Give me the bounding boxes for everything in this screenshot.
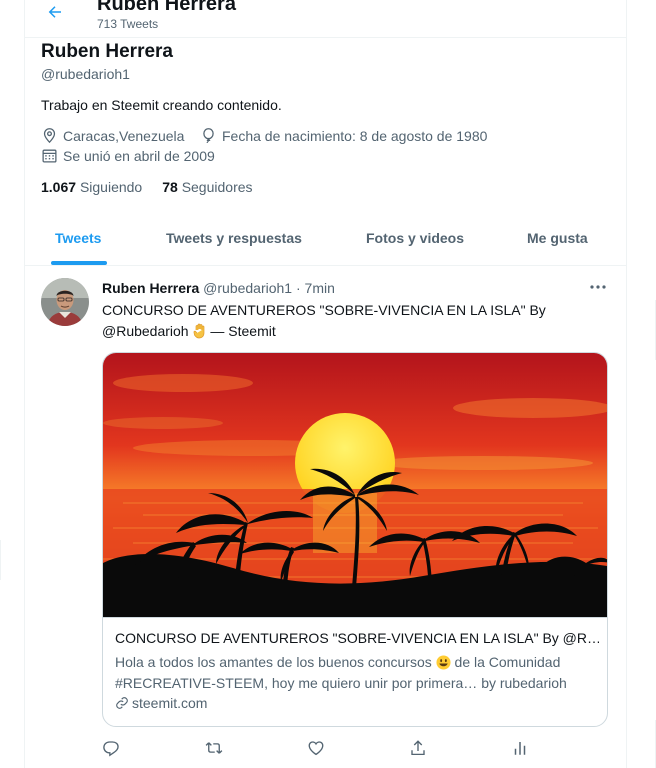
- heart-icon: [308, 741, 324, 756]
- card-title: CONCURSO DE AVENTUREROS "SOBRE-VIVENCIA …: [115, 630, 599, 646]
- active-tab-indicator: [51, 261, 107, 265]
- followers-link[interactable]: 78 Seguidores: [162, 179, 252, 195]
- tweet-actions: [102, 737, 562, 759]
- tweet-handle-time[interactable]: @rubedarioh1 · 7min: [203, 280, 335, 296]
- profile-column: Ruben Herrera 713 Tweets Ruben Herrera @…: [24, 0, 627, 768]
- tweet-text-line: CONCURSO DE AVENTUREROS "SOBRE-VIVENCIA …: [102, 302, 546, 318]
- share-button[interactable]: [407, 737, 429, 759]
- location-pin-icon: [43, 128, 56, 144]
- following-link[interactable]: 1.067 Siguiendo: [41, 179, 142, 195]
- smiley-emoji-icon: [436, 655, 451, 670]
- like-button[interactable]: [305, 737, 327, 759]
- analytics-button[interactable]: [509, 737, 531, 759]
- card-description-text: Hola a todos los amantes de los buenos c…: [115, 654, 436, 670]
- profile-bio: Trabajo en Steemit creando contenido.: [41, 97, 282, 113]
- followers-count: 78: [162, 179, 178, 195]
- tab-tweets-and-replies[interactable]: Tweets y respuestas: [166, 212, 302, 265]
- profile-birthday: Fecha de nacimiento: 8 de agosto de 1980: [200, 127, 487, 144]
- profile-location: Caracas,Venezuela: [41, 127, 184, 144]
- raised-hand-emoji-icon: [193, 323, 204, 339]
- tab-photos-and-videos[interactable]: Fotos y videos: [366, 212, 464, 265]
- analytics-icon: [514, 742, 526, 755]
- tweet-source: — Steemit: [206, 323, 276, 339]
- balloon-icon: [203, 128, 214, 144]
- following-count: 1.067: [41, 179, 77, 195]
- avatar[interactable]: [41, 278, 89, 326]
- birthday-text: Fecha de nacimiento: 8 de agosto de 1980: [222, 127, 488, 144]
- tweet-author-name[interactable]: Ruben Herrera: [102, 280, 199, 296]
- tweet-text-line: @Rubedarioh — Steemit: [102, 321, 582, 342]
- tab-likes[interactable]: Me gusta: [527, 212, 588, 265]
- reply-button[interactable]: [100, 737, 122, 759]
- followers-label: Seguidores: [181, 179, 253, 195]
- more-dots-icon: [590, 285, 606, 289]
- sunset-palm-image: [103, 353, 607, 618]
- retweet-button[interactable]: [203, 737, 225, 759]
- card-domain: steemit.com: [115, 695, 207, 711]
- reply-icon: [103, 741, 119, 757]
- profile-joined: Se unió en abril de 2009: [41, 147, 215, 164]
- tab-tweets[interactable]: Tweets: [55, 212, 101, 265]
- profile-handle: @rubedarioh1: [41, 66, 130, 82]
- background-column-edge: [0, 540, 4, 580]
- joined-text: Se unió en abril de 2009: [63, 147, 215, 164]
- profile-header-bar: Ruben Herrera 713 Tweets: [25, 0, 626, 38]
- tweet-mention: @Rubedarioh: [102, 323, 189, 339]
- location-text: Caracas,Venezuela: [63, 127, 185, 144]
- arrow-left-icon: [48, 6, 61, 18]
- tweet-header: Ruben Herrera @rubedarioh1 · 7min: [102, 280, 335, 296]
- card-domain-text: steemit.com: [132, 695, 208, 711]
- calendar-icon: [42, 149, 57, 163]
- profile-tabs: Tweets Tweets y respuestas Fotos y video…: [25, 212, 626, 266]
- link-icon: [116, 697, 128, 709]
- header-profile-name: Ruben Herrera: [97, 0, 236, 15]
- follow-stats: 1.067 Siguiendo 78 Seguidores: [41, 179, 253, 195]
- link-preview-card[interactable]: CONCURSO DE AVENTUREROS "SOBRE-VIVENCIA …: [102, 352, 608, 727]
- tweet-text: CONCURSO DE AVENTUREROS "SOBRE-VIVENCIA …: [102, 300, 582, 342]
- profile-name: Ruben Herrera: [41, 41, 173, 62]
- following-label: Siguiendo: [79, 179, 143, 195]
- retweet-icon: [205, 742, 223, 754]
- card-description: Hola a todos los amantes de los buenos c…: [115, 652, 599, 694]
- share-icon: [411, 740, 425, 756]
- header-tweet-count: 713 Tweets: [97, 17, 159, 31]
- back-button[interactable]: [37, 0, 73, 24]
- more-options-button[interactable]: [587, 278, 609, 296]
